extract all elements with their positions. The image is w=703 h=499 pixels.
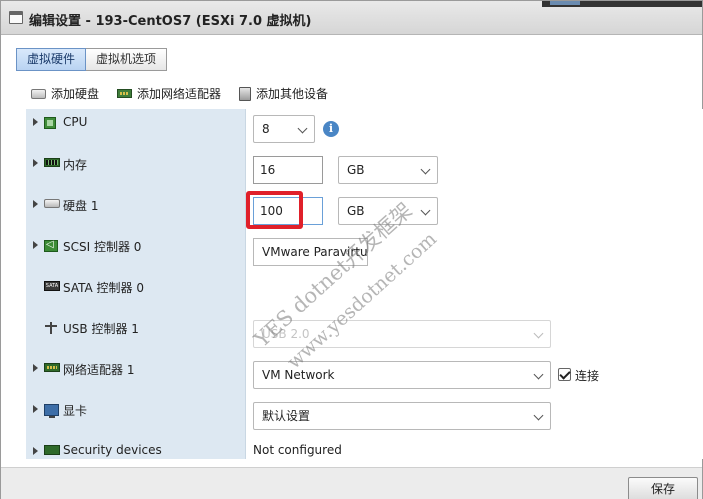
usb-icon [44, 322, 58, 334]
save-button[interactable]: 保存 [628, 477, 698, 499]
tab-bar: 虚拟硬件 虚拟机选项 [16, 48, 168, 71]
expand-caret-icon[interactable] [33, 405, 38, 413]
hardware-row-security: Security devices Not configured [26, 437, 703, 459]
hard-disk-icon [31, 88, 46, 99]
expand-caret-icon[interactable] [33, 159, 38, 167]
network-label: 网络适配器 1 [63, 363, 135, 377]
expand-caret-icon[interactable] [33, 200, 38, 208]
security-label: Security devices [63, 443, 162, 457]
dialog-footer: 保存 [1, 467, 702, 499]
memory-unit-select[interactable]: GB [338, 156, 438, 184]
scsi-controller-icon [44, 239, 58, 252]
edit-settings-dialog: 编辑设置 - 193-CentOS7 (ESXi 7.0 虚拟机) 虚拟硬件 虚… [0, 0, 703, 499]
connect-checkbox[interactable] [558, 368, 571, 381]
info-icon[interactable]: i [323, 121, 339, 137]
window-icon [9, 11, 23, 24]
usb-controller-type-select: USB 2.0 [253, 320, 551, 348]
tab-vm-options[interactable]: 虚拟机选项 [86, 48, 168, 71]
hardware-table: CPU 8 i 内存 16 GB 硬盘 1 100 GB ◁ SCSI 控制器 … [26, 109, 703, 459]
add-disk-button[interactable]: 添加硬盘 [31, 85, 99, 102]
expand-caret-icon[interactable] [33, 241, 38, 249]
security-value: Not configured [253, 443, 342, 457]
expand-caret-icon[interactable] [33, 364, 38, 372]
monitor-icon [44, 404, 59, 418]
title-bar-background-window [542, 1, 702, 7]
network-select[interactable]: VM Network [253, 361, 551, 389]
scsi-label: SCSI 控制器 0 [63, 240, 142, 254]
cpu-icon [44, 117, 56, 129]
scsi-controller-type-select[interactable]: VMware Paravirtual [253, 238, 368, 266]
chevron-down-icon [533, 328, 544, 339]
hardware-row-disk: 硬盘 1 100 GB [26, 191, 703, 232]
add-network-adapter-button[interactable]: 添加网络适配器 [117, 85, 221, 102]
hard-disk-icon [44, 199, 60, 208]
usb-label: USB 控制器 1 [63, 322, 139, 336]
security-device-icon [44, 445, 60, 455]
hardware-row-network: 网络适配器 1 VM Network 连接 [26, 355, 703, 396]
hardware-row-video: 显卡 默认设置 [26, 396, 703, 437]
video-label: 显卡 [63, 404, 88, 418]
hardware-row-scsi: SCSI 控制器 0 VMware Paravirtual [26, 232, 703, 273]
expand-caret-icon[interactable] [33, 118, 38, 126]
add-other-device-button[interactable]: 添加其他设备 [239, 85, 328, 102]
hardware-row-memory: 内存 16 GB [26, 150, 703, 191]
title-bar[interactable]: 编辑设置 - 193-CentOS7 (ESXi 7.0 虚拟机) [1, 1, 702, 35]
chevron-down-icon [420, 205, 431, 216]
hardware-row-cpu: CPU 8 i [26, 109, 703, 150]
tab-virtual-hardware[interactable]: 虚拟硬件 [16, 48, 87, 71]
memory-label: 内存 [63, 158, 88, 172]
cpu-label: CPU [63, 115, 88, 129]
chevron-down-icon [533, 410, 544, 421]
memory-size-input[interactable]: 16 [253, 156, 323, 184]
disk-label: 硬盘 1 [63, 199, 99, 213]
chevron-down-icon [297, 123, 308, 134]
video-settings-select[interactable]: 默认设置 [253, 402, 551, 430]
disk-unit-select[interactable]: GB [338, 197, 438, 225]
hardware-row-usb: USB 控制器 1 USB 2.0 [26, 314, 703, 355]
chevron-down-icon [533, 369, 544, 380]
sata-label: SATA 控制器 0 [63, 281, 144, 295]
network-adapter-icon [44, 363, 60, 372]
memory-icon [44, 158, 60, 167]
network-card-icon [117, 89, 133, 98]
expand-caret-icon[interactable] [33, 447, 38, 455]
device-icon [239, 86, 252, 101]
chevron-down-icon [420, 164, 431, 175]
sata-controller-icon: SATA [44, 281, 60, 291]
disk-size-input[interactable]: 100 [253, 197, 323, 225]
cpu-count-select[interactable]: 8 [253, 115, 315, 143]
hardware-row-sata: SATA SATA 控制器 0 [26, 273, 703, 314]
connect-label: 连接 [575, 369, 600, 383]
window-title: 编辑设置 - 193-CentOS7 (ESXi 7.0 虚拟机) [29, 14, 312, 29]
toolbar: 添加硬盘 添加网络适配器 添加其他设备 [31, 85, 346, 102]
